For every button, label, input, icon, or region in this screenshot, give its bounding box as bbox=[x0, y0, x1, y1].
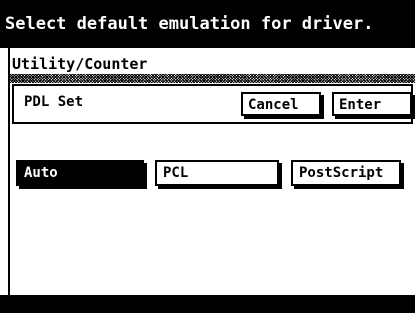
enter-button[interactable]: Enter bbox=[332, 92, 412, 116]
pdl-set-header-panel: PDL Set Cancel Enter bbox=[12, 84, 413, 124]
postscript-option-button[interactable]: PostScript bbox=[291, 160, 401, 186]
bottom-status-bar bbox=[0, 295, 415, 313]
instruction-banner: Select default emulation for driver. bbox=[0, 0, 415, 48]
instruction-text: Select default emulation for driver. bbox=[5, 14, 374, 34]
cancel-button[interactable]: Cancel bbox=[241, 92, 321, 116]
breadcrumb: Utility/Counter bbox=[12, 55, 148, 73]
page-title: PDL Set bbox=[24, 94, 84, 110]
hatched-divider bbox=[10, 74, 415, 83]
pcl-option-button[interactable]: PCL bbox=[155, 160, 279, 186]
settings-screen: Utility/Counter PDL Set Cancel Enter Aut… bbox=[8, 48, 415, 295]
auto-option-button[interactable]: Auto bbox=[16, 160, 144, 186]
